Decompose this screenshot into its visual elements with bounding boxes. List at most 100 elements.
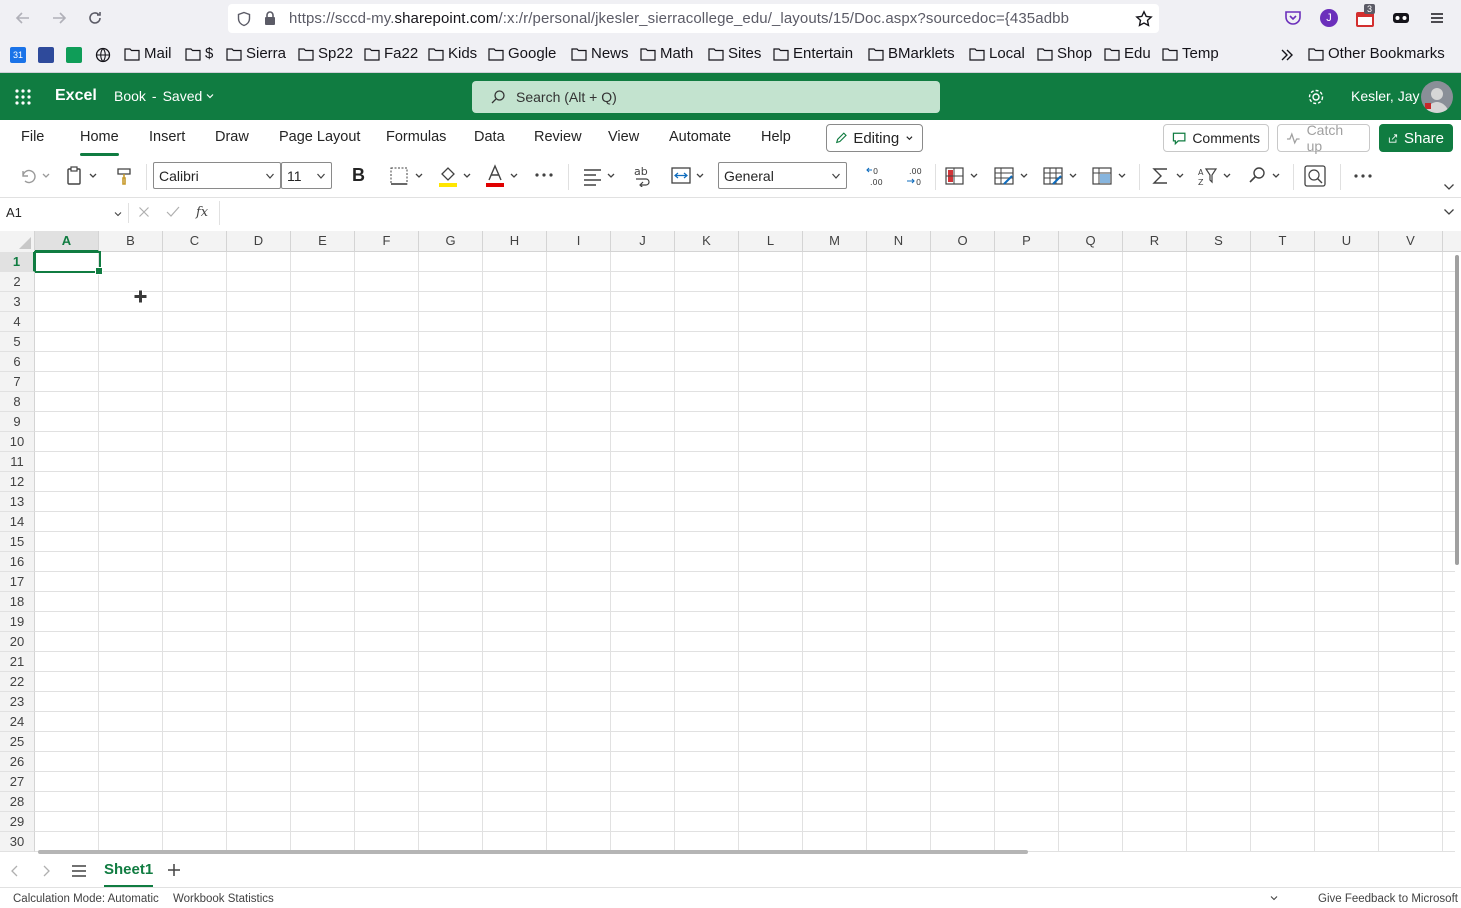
bookmark-folder-math[interactable]: Math xyxy=(640,45,693,62)
row-header-27[interactable]: 27 xyxy=(0,772,35,792)
next-sheet-icon[interactable] xyxy=(41,865,51,877)
column-header-g[interactable]: G xyxy=(419,231,483,252)
editing-mode-button[interactable]: Editing xyxy=(826,124,923,152)
pocket-icon[interactable] xyxy=(1284,9,1302,27)
autosum-icon[interactable] xyxy=(1151,166,1187,186)
reload-icon[interactable] xyxy=(85,8,105,28)
vertical-scrollbar[interactable] xyxy=(1455,255,1459,565)
expand-ribbon-icon[interactable] xyxy=(1443,183,1455,191)
prev-sheet-icon[interactable] xyxy=(10,865,20,877)
row-header-14[interactable]: 14 xyxy=(0,512,35,532)
forward-icon[interactable] xyxy=(49,8,69,28)
fill-color-icon[interactable] xyxy=(438,164,474,188)
app-name[interactable]: Excel xyxy=(55,87,97,105)
align-icon[interactable] xyxy=(583,166,619,186)
column-header-q[interactable]: Q xyxy=(1059,231,1123,252)
row-header-21[interactable]: 21 xyxy=(0,652,35,672)
column-header-p[interactable]: P xyxy=(995,231,1059,252)
column-header-n[interactable]: N xyxy=(867,231,931,252)
format-as-table-icon[interactable] xyxy=(994,166,1030,186)
calculation-mode[interactable]: Calculation Mode: Automatic xyxy=(13,893,159,905)
share-button[interactable]: Share xyxy=(1379,124,1453,152)
add-sheet-icon[interactable] xyxy=(167,863,181,877)
bookmark-folder-mail[interactable]: Mail xyxy=(124,45,172,62)
calendar-bookmark-icon[interactable]: 31 xyxy=(10,47,26,63)
bookmark-folder-entertain[interactable]: Entertain xyxy=(773,45,853,62)
user-name[interactable]: Kesler, Jay xyxy=(1351,88,1419,104)
selected-cell[interactable] xyxy=(34,251,103,275)
wrap-text-icon[interactable]: ab xyxy=(633,165,653,187)
merge-center-icon[interactable] xyxy=(671,166,707,186)
row-header-20[interactable]: 20 xyxy=(0,632,35,652)
column-header-a[interactable]: A xyxy=(35,231,99,252)
document-title[interactable]: Book - Saved xyxy=(114,88,215,104)
give-feedback-link[interactable]: Give Feedback to Microsoft xyxy=(1318,893,1458,905)
all-sheets-menu-icon[interactable] xyxy=(71,864,87,878)
row-header-24[interactable]: 24 xyxy=(0,712,35,732)
search-box[interactable]: Search (Alt + Q) xyxy=(472,81,940,113)
bookmark-folder-sierra[interactable]: Sierra xyxy=(226,45,286,62)
tab-home[interactable]: Home xyxy=(80,129,119,156)
row-header-4[interactable]: 4 xyxy=(0,312,35,332)
row-header-11[interactable]: 11 xyxy=(0,452,35,472)
bold-button[interactable]: B xyxy=(352,165,365,186)
font-size-dropdown[interactable]: 11 xyxy=(281,162,332,189)
tab-formulas[interactable]: Formulas xyxy=(386,129,446,145)
tab-help[interactable]: Help xyxy=(761,129,791,145)
name-box[interactable]: A1 xyxy=(3,202,126,225)
address-bar[interactable]: https://sccd-my.sharepoint.com/:x:/r/per… xyxy=(228,4,1159,33)
row-header-29[interactable]: 29 xyxy=(0,812,35,832)
shield-icon[interactable] xyxy=(236,11,252,27)
font-name-dropdown[interactable]: Calibri xyxy=(153,162,281,189)
incognito-icon[interactable] xyxy=(1392,9,1410,27)
wu-bookmark-icon[interactable] xyxy=(38,47,54,63)
column-header-k[interactable]: K xyxy=(675,231,739,252)
format-painter-icon[interactable] xyxy=(115,166,135,186)
row-header-16[interactable]: 16 xyxy=(0,552,35,572)
bookmark-folder-sp22[interactable]: Sp22 xyxy=(298,45,353,62)
expand-formula-bar-icon[interactable] xyxy=(1443,208,1455,216)
row-header-22[interactable]: 22 xyxy=(0,672,35,692)
bookmark-folder-sites[interactable]: Sites xyxy=(708,45,761,62)
bookmark-folder-bmarklets[interactable]: BMarklets xyxy=(868,45,955,62)
bookmark-folder-temp[interactable]: Temp xyxy=(1162,45,1219,62)
column-header-o[interactable]: O xyxy=(931,231,995,252)
row-header-7[interactable]: 7 xyxy=(0,372,35,392)
bookmark-star-icon[interactable] xyxy=(1135,10,1153,28)
spreadsheet-grid[interactable]: ABCDEFGHIJKLMNOPQRSTUV 1 2 3 4 5 6 7 8 9 10 11 12 13… xyxy=(0,231,1461,852)
row-header-8[interactable]: 8 xyxy=(0,392,35,412)
sheet-tab-sheet1[interactable]: Sheet1 xyxy=(104,861,154,888)
borders-icon[interactable] xyxy=(390,166,426,186)
column-header-r[interactable]: R xyxy=(1123,231,1187,252)
column-header-t[interactable]: T xyxy=(1251,231,1315,252)
increase-decimal-icon[interactable]: 0.00 xyxy=(866,165,888,187)
column-header-d[interactable]: D xyxy=(227,231,291,252)
tab-data[interactable]: Data xyxy=(474,129,505,145)
column-header-s[interactable]: S xyxy=(1187,231,1251,252)
sheets-bookmark-icon[interactable] xyxy=(66,47,82,63)
column-header-h[interactable]: H xyxy=(483,231,547,252)
tab-view[interactable]: View xyxy=(608,129,639,145)
analyze-data-icon[interactable] xyxy=(1304,165,1326,187)
account-avatar-icon[interactable]: J xyxy=(1320,9,1338,27)
row-header-28[interactable]: 28 xyxy=(0,792,35,812)
horizontal-scrollbar[interactable] xyxy=(38,850,1028,854)
row-header-5[interactable]: 5 xyxy=(0,332,35,352)
settings-gear-icon[interactable] xyxy=(1307,88,1325,106)
chevron-more-bookmarks-icon[interactable] xyxy=(1279,47,1295,63)
row-header-12[interactable]: 12 xyxy=(0,472,35,492)
tab-insert[interactable]: Insert xyxy=(149,129,185,145)
row-header-9[interactable]: 9 xyxy=(0,412,35,432)
column-header-m[interactable]: M xyxy=(803,231,867,252)
bookmark-folder-google[interactable]: Google xyxy=(488,45,556,62)
row-header-3[interactable]: 3 xyxy=(0,292,35,312)
sort-filter-icon[interactable]: AZ xyxy=(1198,166,1234,186)
undo-icon[interactable] xyxy=(18,167,52,185)
bookmark-folder-[interactable]: $ xyxy=(185,45,213,62)
row-header-26[interactable]: 26 xyxy=(0,752,35,772)
row-header-23[interactable]: 23 xyxy=(0,692,35,712)
other-bookmarks[interactable]: Other Bookmarks xyxy=(1308,45,1445,62)
row-header-18[interactable]: 18 xyxy=(0,592,35,612)
bookmark-folder-fa22[interactable]: Fa22 xyxy=(364,45,418,62)
tab-page-layout[interactable]: Page Layout xyxy=(279,129,360,145)
